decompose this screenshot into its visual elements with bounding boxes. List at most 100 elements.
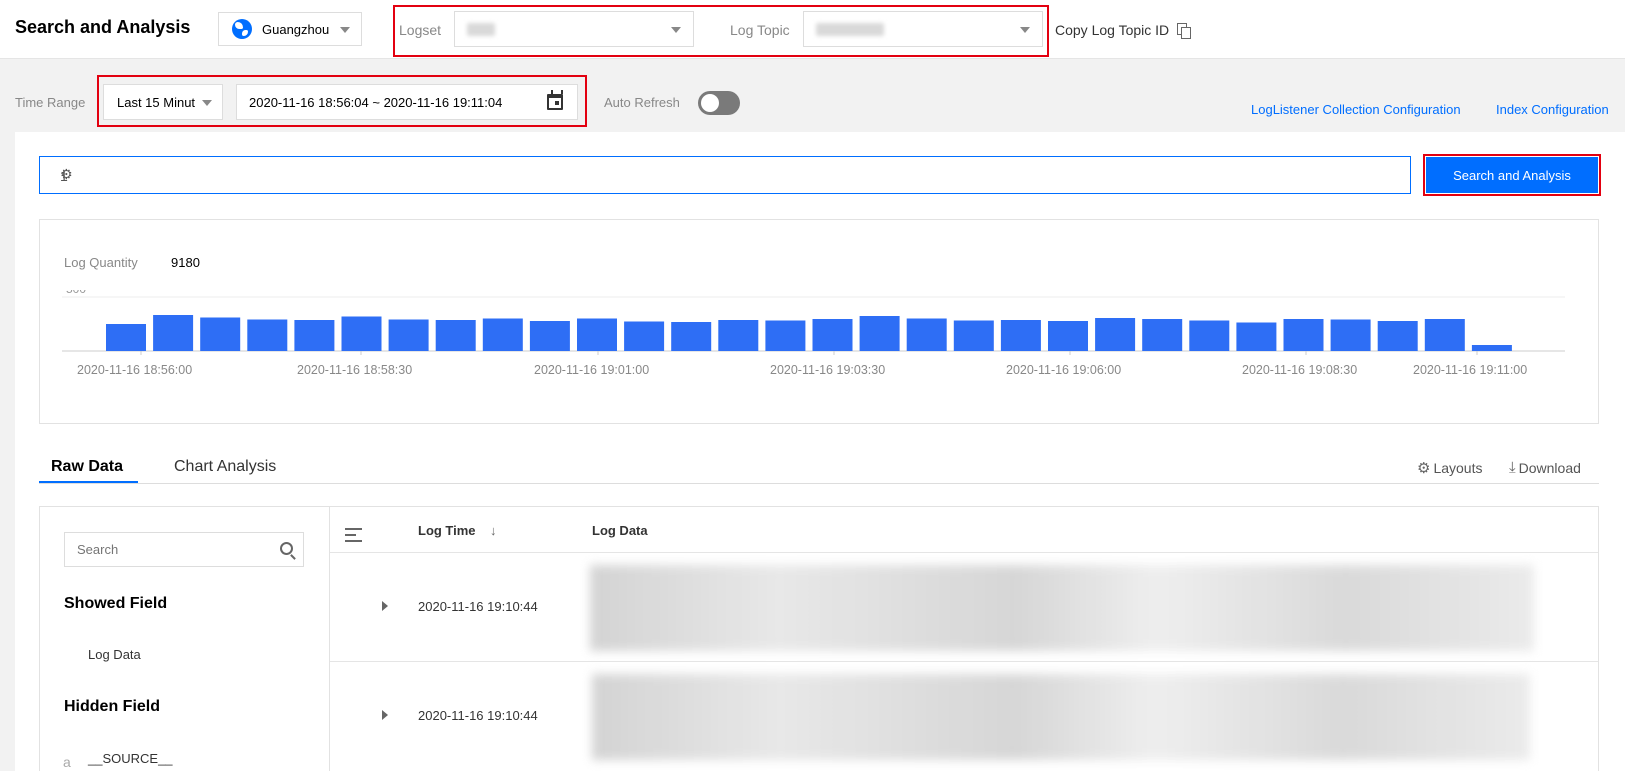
log-histogram: 500 2020-11-16 18:56:00 2020-11-16 18:58:3… [62,290,1565,377]
hidden-field-source[interactable]: __SOURCE__ [88,751,173,766]
layouts-label: Layouts [1433,460,1483,476]
histogram-bar [859,316,900,351]
log-quantity-value: 9180 [171,255,200,270]
histogram-bar [1377,321,1418,351]
gear-icon[interactable]: ⚙ [60,167,1398,181]
histogram-bar [200,317,241,351]
histogram-bar [577,318,617,351]
auto-refresh-label: Auto Refresh [604,95,680,110]
layouts-button[interactable]: ⚙ Layouts [1417,459,1483,477]
globe-icon [232,19,252,39]
histogram-bar [1330,319,1371,351]
copy-topic-id-button[interactable]: Copy Log Topic ID [1055,22,1192,39]
log-time-cell: 2020-11-16 19:10:44 [418,708,538,723]
row-divider [330,661,1598,662]
chevron-down-icon [671,27,681,33]
log-time-cell: 2020-11-16 19:10:44 [418,599,538,614]
field-search[interactable] [64,532,304,567]
page-title: Search and Analysis [15,17,191,37]
field-type-icon: a [63,754,71,770]
histogram-bar [1236,322,1277,351]
copy-icon [1177,23,1192,39]
time-range-select[interactable]: Last 15 Minutes [103,84,223,120]
download-button[interactable]: ⤓ Download [1509,459,1581,476]
histogram-bar [906,318,947,351]
calendar-icon [547,90,563,110]
search-icon[interactable] [280,542,293,555]
histogram-bar [671,322,712,351]
x-tick-label: 2020-11-16 19:08:30 [1242,363,1357,377]
region-label: Guangzhou [262,21,330,37]
histogram-bar [1095,318,1136,351]
histogram-bar [953,320,994,351]
x-tick-label: 2020-11-16 18:56:00 [77,363,192,377]
columns-toggle-icon[interactable] [345,528,362,542]
date-range-picker[interactable]: 2020-11-16 18:56:04 ~ 2020-11-16 19:11:0… [236,84,578,120]
loglistener-config-link[interactable]: LogListener Collection Configuration [1251,102,1461,117]
histogram-bar [482,318,523,351]
showed-field-title: Showed Field [64,595,168,612]
histogram-bar [247,319,288,351]
x-tick-label: 2020-11-16 19:03:30 [770,363,885,377]
field-search-input[interactable] [65,533,265,566]
expand-row-icon[interactable] [382,601,388,611]
histogram-bar [1048,321,1088,351]
log-topic-label: Log Topic [730,22,790,38]
gear-icon: ⚙ [1417,460,1431,477]
histogram-bar [294,320,335,351]
y-tick-label: 500 [66,290,86,296]
histogram-bar [812,319,853,351]
histogram-bar [1424,319,1465,351]
histogram-bar [106,324,146,351]
chevron-down-icon [202,100,212,106]
x-tick-label: 2020-11-16 19:01:00 [534,363,649,377]
tabs-divider [39,483,1599,484]
download-icon: ⤓ [1509,459,1516,476]
x-tick-label: 2020-11-16 19:06:00 [1006,363,1121,377]
logset-select[interactable] [454,11,694,47]
log-data-blurred [592,674,1530,760]
chevron-down-icon [1020,27,1030,33]
histogram-bar [1471,345,1512,351]
header-log-data: Log Data [592,523,648,538]
histogram-bar [624,321,665,351]
header-log-time[interactable]: Log Time [418,523,476,538]
active-tab-indicator [39,481,138,483]
histogram-bar [435,320,476,351]
query-input[interactable]: 1 ⚙ [39,156,1411,194]
logset-value-blurred [467,23,495,36]
histogram-bar [388,319,429,351]
time-range-label: Time Range [15,95,86,110]
showed-field-log-data[interactable]: Log Data [88,647,141,662]
histogram-bar [529,321,570,351]
histogram-bar [1142,319,1183,351]
histogram-bar [341,316,382,351]
auto-refresh-toggle[interactable] [698,91,740,115]
histogram-bar [1000,320,1041,351]
log-quantity-label: Log Quantity [64,255,138,270]
header-divider [330,552,1598,553]
tab-raw-data[interactable]: Raw Data [51,458,123,476]
histogram-bar [765,320,806,351]
download-label: Download [1518,459,1581,476]
logset-label: Logset [399,22,442,38]
hidden-field-title: Hidden Field [64,698,160,715]
tab-chart-analysis[interactable]: Chart Analysis [174,458,276,476]
date-range-value: 2020-11-16 18:56:04 ~ 2020-11-16 19:11:0… [249,95,503,110]
region-selector[interactable]: Guangzhou [218,12,362,46]
index-config-link[interactable]: Index Configuration [1496,102,1609,117]
log-topic-select[interactable] [803,11,1043,47]
histogram-bar [1189,320,1230,351]
chevron-down-icon [340,27,350,33]
log-data-blurred [590,565,1534,651]
histogram-bar [1283,319,1324,351]
top-bar: Search and Analysis Guangzhou Logset Log… [0,0,1625,59]
time-range-value: Last 15 Minutes [117,95,195,110]
sort-down-icon[interactable]: ↓ [490,523,497,538]
x-tick-label: 2020-11-16 19:11:00 [1413,363,1527,377]
log-topic-value-blurred [816,23,884,36]
search-and-analysis-button[interactable]: Search and Analysis [1423,154,1601,196]
copy-topic-id-label: Copy Log Topic ID [1055,22,1170,38]
expand-row-icon[interactable] [382,710,388,720]
x-tick-label: 2020-11-16 18:58:30 [297,363,412,377]
